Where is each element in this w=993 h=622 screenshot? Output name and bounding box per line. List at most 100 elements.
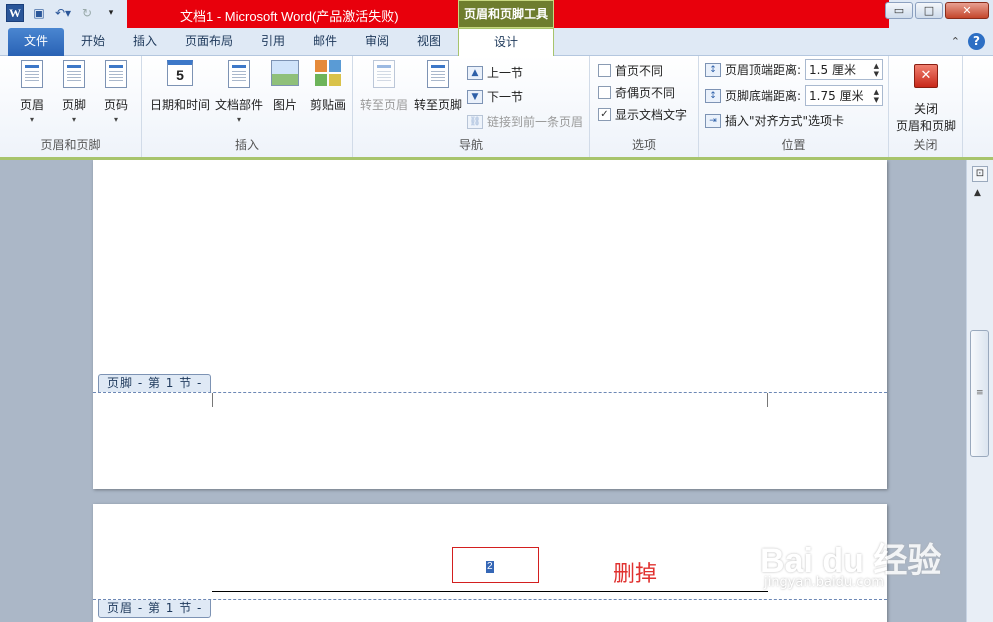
link-icon: ⛓ [467, 114, 483, 129]
goto-footer-icon [427, 60, 449, 88]
watermark-url: jingyan.baidu.com [764, 575, 884, 590]
clip-art-button[interactable]: 剪贴画 [306, 60, 350, 113]
maximize-button[interactable]: □ [915, 2, 943, 19]
document-page-1[interactable]: 页脚 - 第 1 节 - [93, 160, 887, 489]
tab-view[interactable]: 视图 [404, 28, 454, 56]
save-icon[interactable]: ▣ [30, 4, 48, 22]
quick-parts-icon [228, 60, 250, 88]
minimize-button[interactable]: ▭ [885, 2, 913, 19]
goto-header-icon [373, 60, 395, 88]
header-distance-icon: ↕ [705, 62, 721, 77]
ribbon-tab-row: 文件 开始 插入 页面布局 引用 邮件 审阅 视图 设计 ⌃ ? [0, 28, 993, 56]
header-top-spinner[interactable]: 1.5 厘米 ▲ ▼ [805, 59, 884, 80]
group-options: 首页不同 奇偶页不同 ✓ 显示文档文字 选项 [590, 56, 699, 157]
footer-section-label: 页脚 - 第 1 节 - [98, 374, 212, 392]
help-icon[interactable]: ? [968, 33, 985, 50]
group-label-position: 位置 [781, 138, 806, 152]
picture-icon [270, 60, 300, 92]
ribbon: 页眉 ▾ 页脚 ▾ 页码 ▾ 页眉和页脚 5 日期和时间 文档部件 ▾ 图片 剪… [0, 56, 993, 160]
header-icon [21, 60, 43, 88]
close-header-footer-button[interactable]: ✕ 关闭 页眉和页脚 [893, 60, 959, 134]
footer-icon [63, 60, 85, 88]
page-number-button[interactable]: 页码 ▾ [96, 60, 136, 124]
title-bar: W ▣ ↶▾ ↻ ▾ 文档1 - Microsoft Word(产品激活失败) … [0, 0, 993, 28]
footer-bottom-spinner[interactable]: 1.75 厘米 ▲ ▼ [805, 85, 884, 106]
different-first-page-checkbox[interactable] [598, 64, 611, 77]
baidu-watermark: Bai du 经验 jingyan.baidu.com [760, 515, 990, 615]
page-number-icon [105, 60, 127, 88]
insert-alignment-tab-button[interactable]: ⇥ 插入"对齐方式"选项卡 [705, 112, 844, 129]
tab-references[interactable]: 引用 [248, 28, 298, 56]
next-section-icon: ▼ [467, 89, 483, 104]
redo-icon[interactable]: ↻ [78, 4, 96, 22]
quick-access-toolbar: W ▣ ↶▾ ↻ ▾ [6, 4, 120, 22]
close-red-x-icon: ✕ [911, 64, 941, 96]
dropdown-arrow-icon: ▾ [29, 115, 34, 124]
group-label-close: 关闭 [913, 138, 938, 152]
show-document-text-checkbox[interactable]: ✓ [598, 108, 611, 121]
different-first-page-option[interactable]: 首页不同 [598, 62, 663, 79]
delete-annotation: 删掉 [613, 562, 658, 587]
footer-bottom-distance: ↕ 页脚底端距离: 1.75 厘米 ▲ ▼ [705, 85, 884, 106]
clip-art-icon [313, 60, 343, 92]
dropdown-arrow-icon: ▾ [236, 115, 241, 124]
scrollbar-thumb[interactable]: ≡ [970, 330, 989, 457]
previous-section-icon: ▲ [467, 65, 483, 80]
ribbon-collapse-icon[interactable]: ⌃ [951, 35, 960, 48]
word-app-icon[interactable]: W [6, 4, 24, 22]
help-area: ⌃ ? [951, 33, 985, 50]
tab-review[interactable]: 审阅 [352, 28, 402, 56]
group-label-header-footer: 页眉和页脚 [40, 138, 101, 152]
close-window-button[interactable]: ✕ [945, 2, 989, 19]
group-label-navigation: 导航 [458, 138, 483, 152]
margin-tick-right [767, 393, 768, 407]
picture-button[interactable]: 图片 [268, 60, 302, 113]
tab-home[interactable]: 开始 [70, 28, 116, 56]
spinner-arrows-icon[interactable]: ▲ ▼ [874, 88, 882, 104]
view-ruler-icon[interactable]: ⊡ [972, 166, 988, 182]
dropdown-arrow-icon: ▾ [113, 115, 118, 124]
tab-mailings[interactable]: 邮件 [300, 28, 350, 56]
link-to-previous-button[interactable]: ⛓ 链接到前一条页眉 [467, 113, 583, 130]
date-time-button[interactable]: 5 日期和时间 [148, 60, 212, 113]
undo-icon[interactable]: ↶▾ [54, 4, 72, 22]
goto-footer-button[interactable]: 转至页脚 [411, 60, 465, 113]
page-number-field[interactable]: 2 [486, 561, 494, 573]
grip-icon: ≡ [976, 388, 984, 398]
header-section-label: 页眉 - 第 1 节 - [98, 600, 212, 618]
header-footer-tools-label: 页眉和页脚工具 [458, 0, 554, 28]
scroll-up-arrow-icon[interactable]: ▲ [974, 188, 981, 198]
calendar-clock-icon: 5 [165, 60, 195, 92]
window-controls: ▭ □ ✕ [885, 2, 989, 19]
window-title: 文档1 - Microsoft Word(产品激活失败) [180, 9, 399, 24]
show-document-text-option[interactable]: ✓ 显示文档文字 [598, 106, 687, 123]
tab-insert[interactable]: 插入 [120, 28, 170, 56]
group-position: ↕ 页眉顶端距离: 1.5 厘米 ▲ ▼ ↕ 页脚底端距离: 1.75 厘米 ▲ ▼… [699, 56, 889, 157]
tab-file[interactable]: 文件 [8, 28, 64, 56]
group-label-insert: 插入 [234, 138, 259, 152]
customize-qat-icon[interactable]: ▾ [102, 4, 120, 22]
tab-page-layout[interactable]: 页面布局 [176, 28, 242, 56]
different-odd-even-checkbox[interactable] [598, 86, 611, 99]
tab-design[interactable]: 设计 [458, 28, 554, 56]
group-label-options: 选项 [631, 138, 656, 152]
insert-alignment-icon: ⇥ [705, 113, 721, 128]
header-button[interactable]: 页眉 ▾ [12, 60, 52, 124]
previous-section-button[interactable]: ▲ 上一节 [467, 64, 523, 81]
group-close: ✕ 关闭 页眉和页脚 关闭 [889, 56, 963, 157]
page-number-highlight-box [452, 547, 539, 583]
header-top-distance: ↕ 页眉顶端距离: 1.5 厘米 ▲ ▼ [705, 59, 884, 80]
group-header-footer: 页眉 ▾ 页脚 ▾ 页码 ▾ 页眉和页脚 [0, 56, 142, 157]
footer-distance-icon: ↕ [705, 88, 721, 103]
dropdown-arrow-icon: ▾ [71, 115, 76, 124]
different-odd-even-option[interactable]: 奇偶页不同 [598, 84, 675, 101]
footer-button[interactable]: 页脚 ▾ [54, 60, 94, 124]
group-navigation: 转至页眉 转至页脚 ▲ 上一节 ▼ 下一节 ⛓ 链接到前一条页眉 导航 [353, 56, 590, 157]
goto-header-button[interactable]: 转至页眉 [357, 60, 411, 113]
next-section-button[interactable]: ▼ 下一节 [467, 88, 523, 105]
quick-parts-button[interactable]: 文档部件 ▾ [214, 60, 264, 124]
spinner-arrows-icon[interactable]: ▲ ▼ [874, 62, 882, 78]
header-underline [212, 591, 768, 592]
group-insert: 5 日期和时间 文档部件 ▾ 图片 剪贴画 插入 [142, 56, 353, 157]
margin-tick-left [212, 393, 213, 407]
